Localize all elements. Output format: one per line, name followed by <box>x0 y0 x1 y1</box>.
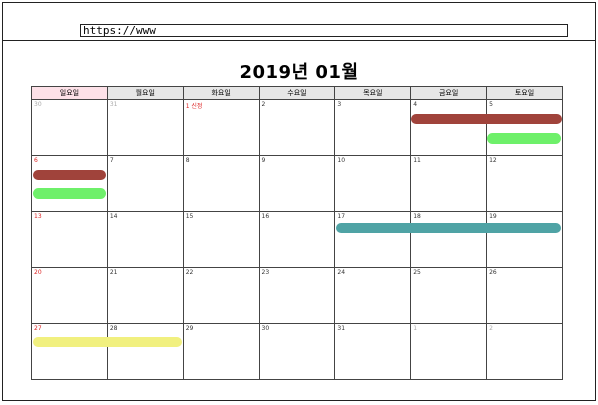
weekday-tuesday: 화요일 <box>182 86 260 100</box>
day-number: 12 <box>489 157 497 164</box>
day-cell[interactable]: 13 <box>31 211 108 268</box>
day-cell[interactable]: 17 <box>334 211 412 268</box>
day-number: 30 <box>34 101 42 108</box>
day-number: 1 <box>413 325 418 332</box>
event-bar-green[interactable] <box>487 133 561 144</box>
day-cell[interactable]: 6 <box>31 155 108 212</box>
calendar-title: 2019년 01월 <box>239 62 359 83</box>
day-cell[interactable]: 19 <box>486 211 563 268</box>
day-cell[interactable]: 29 <box>182 323 260 380</box>
day-cell[interactable]: 15 <box>182 211 260 268</box>
day-cell[interactable]: 1 신정 <box>182 99 260 156</box>
day-number: 18 <box>413 213 421 220</box>
day-cell[interactable]: 25 <box>410 267 488 324</box>
day-number: 7 <box>109 157 114 164</box>
weekday-wednesday: 수요일 <box>258 86 336 100</box>
day-cell[interactable]: 12 <box>486 155 563 212</box>
day-cell[interactable]: 2 <box>486 323 563 380</box>
weekday-thursday: 목요일 <box>334 86 412 100</box>
day-number: 20 <box>34 269 42 276</box>
day-cell[interactable]: 24 <box>334 267 412 324</box>
day-number: 17 <box>337 213 346 220</box>
day-number: 1 신정 <box>185 103 203 110</box>
day-cell[interactable]: 14 <box>106 211 184 268</box>
day-cell[interactable]: 22 <box>182 267 260 324</box>
day-cell[interactable]: 18 <box>410 211 488 268</box>
day-cell[interactable]: 30 <box>31 99 108 156</box>
day-cell[interactable]: 23 <box>258 267 336 324</box>
day-number: 24 <box>337 269 346 276</box>
day-number: 3 <box>337 101 342 108</box>
weekday-saturday: 토요일 <box>486 86 563 100</box>
day-cell[interactable]: 5 <box>486 99 563 156</box>
day-cell[interactable]: 26 <box>486 267 563 324</box>
event-bar-yellow[interactable] <box>33 337 182 347</box>
day-cell[interactable]: 31 <box>334 323 412 380</box>
day-number: 8 <box>185 157 190 164</box>
day-cell[interactable]: 1 <box>410 323 488 380</box>
day-number: 16 <box>261 213 270 220</box>
day-number: 13 <box>34 213 42 220</box>
day-cell[interactable]: 9 <box>258 155 336 212</box>
weekday-monday: 월요일 <box>106 86 184 100</box>
day-number: 22 <box>185 269 194 276</box>
day-number: 30 <box>261 325 270 332</box>
week-row: 6 7 8 9 10 11 12 <box>31 155 563 212</box>
event-bar-green[interactable] <box>33 188 106 199</box>
day-number: 14 <box>109 213 118 220</box>
calendar-grid: 일요일 월요일 화요일 수요일 목요일 금요일 토요일 30 31 1 신정 2… <box>31 86 563 380</box>
event-bar-teal[interactable] <box>336 223 561 233</box>
day-number: 10 <box>337 157 346 164</box>
day-number: 27 <box>34 325 42 332</box>
weekday-header-row: 일요일 월요일 화요일 수요일 목요일 금요일 토요일 <box>31 86 563 100</box>
day-number: 19 <box>489 213 497 220</box>
week-row: 20 21 22 23 24 25 26 <box>31 267 563 324</box>
day-cell[interactable]: 21 <box>106 267 184 324</box>
day-number: 5 <box>489 101 493 108</box>
day-number: 2 <box>489 325 493 332</box>
day-cell[interactable]: 31 <box>106 99 184 156</box>
weekday-friday: 금요일 <box>410 86 488 100</box>
day-number: 4 <box>413 101 418 108</box>
day-cell[interactable]: 7 <box>106 155 184 212</box>
day-number: 6 <box>34 157 38 164</box>
day-cell[interactable]: 3 <box>334 99 412 156</box>
day-cell[interactable]: 28 <box>106 323 184 380</box>
day-number: 11 <box>413 157 421 164</box>
calendar: 일요일 월요일 화요일 수요일 목요일 금요일 토요일 30 31 1 신정 2… <box>31 86 563 380</box>
day-cell[interactable]: 16 <box>258 211 336 268</box>
day-number: 29 <box>185 325 194 332</box>
day-number: 21 <box>109 269 118 276</box>
week-row: 27 28 29 30 31 1 2 <box>31 323 563 380</box>
day-cell[interactable]: 8 <box>182 155 260 212</box>
day-number: 23 <box>261 269 270 276</box>
day-cell[interactable]: 20 <box>31 267 108 324</box>
weekday-sunday: 일요일 <box>31 86 108 100</box>
day-number: 15 <box>185 213 194 220</box>
day-number: 26 <box>489 269 497 276</box>
week-row: 30 31 1 신정 2 3 4 5 <box>31 99 563 156</box>
day-cell[interactable]: 11 <box>410 155 488 212</box>
day-cell[interactable]: 10 <box>334 155 412 212</box>
event-bar-brown[interactable] <box>33 170 106 180</box>
address-bar-area: https://www <box>3 3 595 41</box>
day-number: 25 <box>413 269 421 276</box>
day-number: 31 <box>337 325 346 332</box>
day-cell[interactable]: 4 <box>410 99 488 156</box>
day-cell[interactable]: 27 <box>31 323 108 380</box>
url-input[interactable]: https://www <box>80 24 568 37</box>
day-number: 28 <box>109 325 118 332</box>
day-cell[interactable]: 2 <box>258 99 336 156</box>
day-cell[interactable]: 30 <box>258 323 336 380</box>
day-number: 2 <box>261 101 266 108</box>
day-number: 31 <box>109 101 118 108</box>
event-bar-brown[interactable] <box>411 114 562 124</box>
week-row: 13 14 15 16 17 18 19 <box>31 211 563 268</box>
day-number: 9 <box>261 157 266 164</box>
